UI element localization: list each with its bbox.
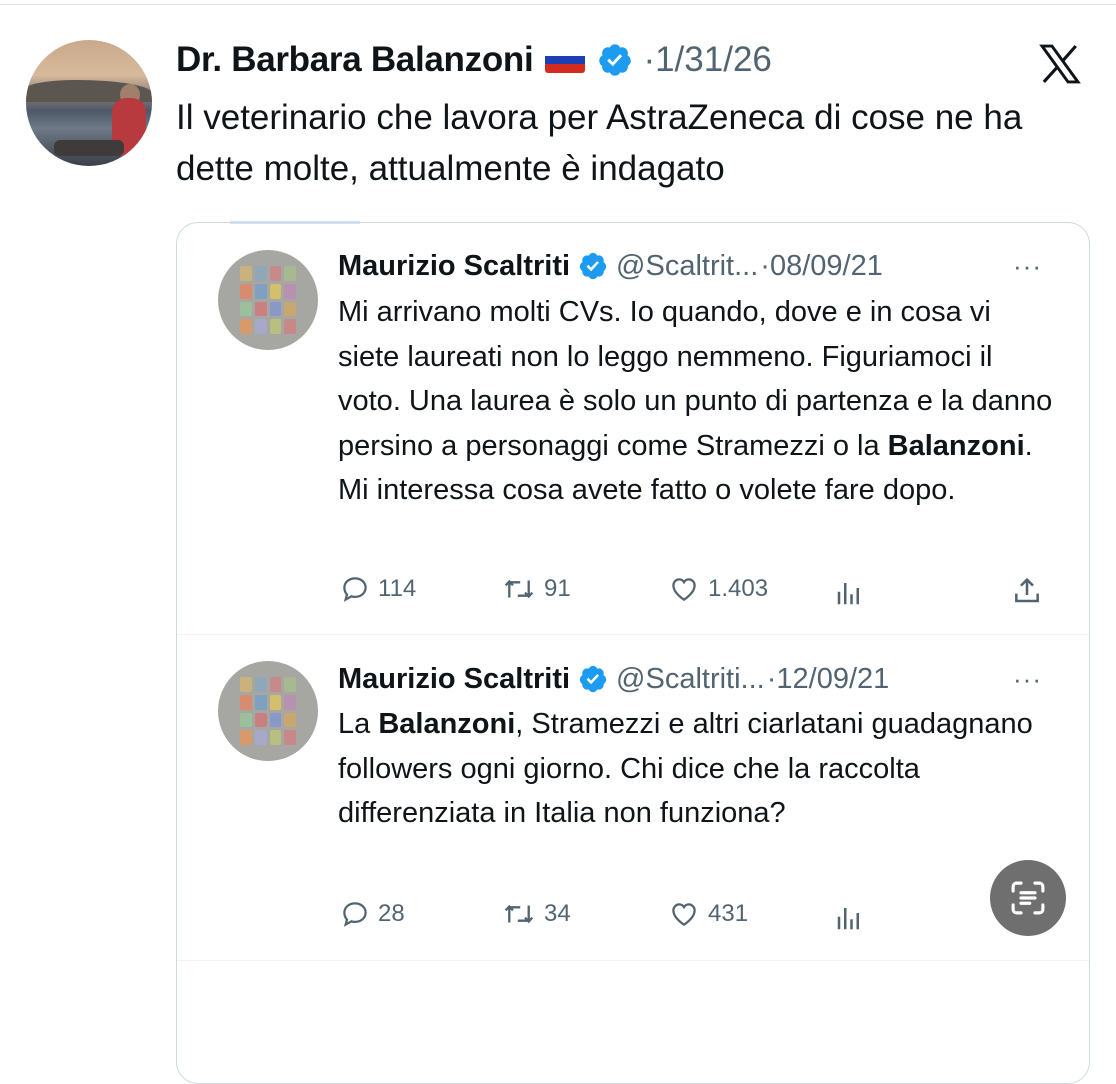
quoted-author-name[interactable]: Maurizio Scaltriti — [338, 250, 570, 283]
retweet-count: 91 — [544, 575, 571, 602]
author-avatar[interactable] — [26, 40, 152, 166]
reply-button[interactable]: 114 — [340, 571, 416, 607]
retweet-button[interactable]: 91 — [502, 571, 571, 607]
verified-badge-icon — [579, 665, 607, 693]
post-header: Dr. Barbara Balanzoni ·1/31/26 — [176, 36, 772, 84]
quoted-tweet-text: Mi arrivano molti CVs. Io quando, dove e… — [338, 296, 1053, 506]
reply-count: 114 — [378, 575, 417, 602]
like-count: 431 — [708, 900, 749, 927]
tweet-divider — [177, 960, 1089, 961]
quoted-tweet-date[interactable]: ·08/09/21 — [760, 250, 883, 283]
reply-count: 28 — [378, 900, 405, 927]
quoted-author-name[interactable]: Maurizio Scaltriti — [338, 663, 570, 696]
x-logo-icon[interactable] — [1036, 42, 1084, 86]
tweet-divider — [177, 634, 1089, 635]
quoted-tweet-header: Maurizio Scaltriti @Scaltrit... ·08/09/2… — [338, 246, 883, 286]
verified-badge-icon — [579, 252, 607, 280]
reply-bubble-icon — [343, 902, 367, 927]
author-name[interactable]: Dr. Barbara Balanzoni — [176, 40, 534, 80]
heart-icon — [672, 578, 696, 601]
views-button[interactable] — [834, 575, 872, 611]
quoted-author-avatar[interactable] — [218, 661, 318, 761]
top-divider — [0, 4, 1116, 5]
more-options-icon[interactable]: ··· — [1013, 664, 1042, 695]
like-button[interactable]: 1.403 — [668, 571, 768, 607]
like-button[interactable]: 431 — [668, 896, 748, 932]
quoted-author-avatar[interactable] — [218, 250, 318, 350]
post-date[interactable]: ·1/31/26 — [643, 40, 771, 80]
post-text: Il veterinario che lavora per AstraZenec… — [176, 98, 1023, 188]
like-count: 1.403 — [708, 575, 769, 602]
share-upload-icon — [1015, 577, 1039, 603]
more-options-icon[interactable]: ··· — [1013, 251, 1042, 282]
reply-button[interactable]: 28 — [340, 896, 405, 932]
retweet-button[interactable]: 34 — [502, 896, 571, 932]
retweet-icon — [504, 579, 534, 599]
quoted-author-handle[interactable]: @Scaltriti... — [616, 663, 765, 696]
quoted-tweet-text: La Balanzoni, Stramezzi e altri ciarlata… — [338, 708, 1033, 829]
share-button[interactable] — [1011, 573, 1051, 609]
views-bar-chart-icon — [837, 583, 859, 605]
text-scan-icon — [1011, 881, 1045, 915]
retweet-count: 34 — [544, 900, 571, 927]
reply-bubble-icon — [343, 577, 367, 602]
quoted-tweets-card[interactable]: Maurizio Scaltriti @Scaltrit... ·08/09/2… — [176, 222, 1090, 1084]
quoted-author-handle[interactable]: @Scaltrit... — [616, 250, 758, 283]
quoted-tweet-header: Maurizio Scaltriti @Scaltriti... ·12/09/… — [338, 659, 889, 699]
quoted-tweet-date[interactable]: ·12/09/21 — [767, 663, 890, 696]
text-scan-button[interactable] — [990, 860, 1066, 936]
retweet-icon — [504, 904, 534, 924]
verified-badge-icon — [599, 44, 632, 76]
views-button[interactable] — [834, 900, 872, 936]
russia-flag-icon — [545, 47, 586, 73]
heart-icon — [672, 903, 696, 926]
views-bar-chart-icon — [837, 908, 859, 930]
